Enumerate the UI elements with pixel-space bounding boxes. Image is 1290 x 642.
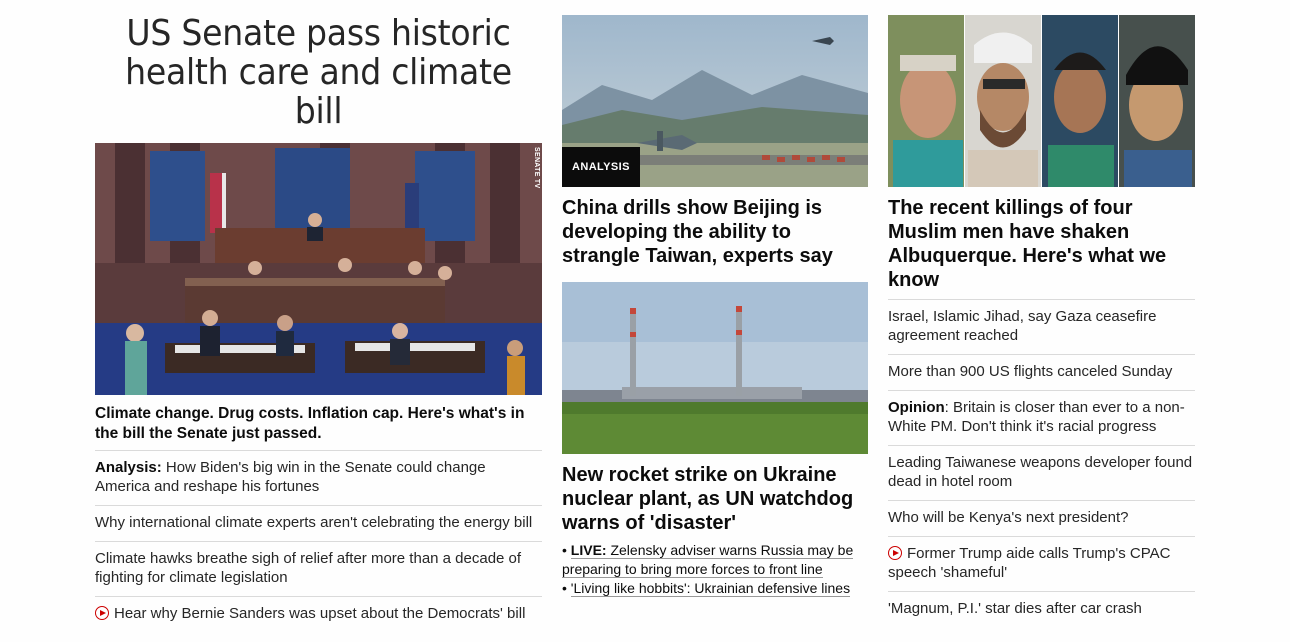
albuquerque-headline[interactable]: The recent killings of four Muslim men h… <box>888 196 1195 292</box>
headlines-list: Israel, Islamic Jihad, say Gaza ceasefir… <box>888 299 1195 627</box>
four-victims-image[interactable] <box>888 15 1195 187</box>
live-label: LIVE: <box>570 542 607 558</box>
right-column: The recent killings of four Muslim men h… <box>888 0 1195 627</box>
china-drills-image[interactable]: ANALYSIS <box>562 15 868 187</box>
analysis-badge: ANALYSIS <box>562 147 640 187</box>
nuclear-plant-image[interactable] <box>562 282 868 454</box>
china-drills-headline[interactable]: China drills show Beijing is developing … <box>562 196 868 268</box>
link-text: Leading Taiwanese weapons developer foun… <box>888 454 1193 490</box>
lead-caption[interactable]: Climate change. Drug costs. Inflation ca… <box>95 404 542 444</box>
link-text: Hear why Bernie Sanders was upset about … <box>114 605 526 622</box>
link-text: Israel, Islamic Jihad, say Gaza ceasefir… <box>888 308 1157 344</box>
video-play-icon <box>95 606 109 620</box>
video-play-icon <box>888 546 902 560</box>
nuclear-plant-headline[interactable]: New rocket strike on Ukraine nuclear pla… <box>562 463 868 535</box>
headline-trump-cpac-video[interactable]: Former Trump aide calls Trump's CPAC spe… <box>888 536 1195 591</box>
headline-opinion-britain[interactable]: Opinion: Britain is closer than ever to … <box>888 390 1195 445</box>
link-text: Former Trump aide calls Trump's CPAC spe… <box>888 545 1171 581</box>
analysis-label: Analysis: <box>95 459 162 476</box>
lead-headline[interactable]: US Senate pass historic health care and … <box>113 14 524 131</box>
live-updates-list: • LIVE: Zelensky adviser warns Russia ma… <box>562 541 868 598</box>
lead-story-column: US Senate pass historic health care and … <box>95 0 542 632</box>
middle-column: ANALYSIS China drills show Beijing is de… <box>562 0 868 598</box>
link-text: More than 900 US flights canceled Sunday <box>888 363 1173 380</box>
headline-kenya-president[interactable]: Who will be Kenya's next president? <box>888 500 1195 536</box>
senate-tv-watermark: SENATE TV <box>533 147 540 189</box>
related-link-bernie-video[interactable]: Hear why Bernie Sanders was upset about … <box>95 596 542 632</box>
related-link-analysis[interactable]: Analysis: How Biden's big win in the Sen… <box>95 450 542 505</box>
live-update-link[interactable]: • LIVE: Zelensky adviser warns Russia ma… <box>562 541 868 579</box>
headline-flights-canceled[interactable]: More than 900 US flights canceled Sunday <box>888 354 1195 390</box>
headline-taiwanese-developer[interactable]: Leading Taiwanese weapons developer foun… <box>888 445 1195 500</box>
headline-magnum-pi[interactable]: 'Magnum, P.I.' star dies after car crash <box>888 591 1195 627</box>
related-link-climate-experts[interactable]: Why international climate experts aren't… <box>95 505 542 541</box>
link-text: Climate hawks breathe sigh of relief aft… <box>95 550 522 586</box>
headline-gaza-ceasefire[interactable]: Israel, Islamic Jihad, say Gaza ceasefir… <box>888 299 1195 354</box>
related-link-climate-hawks[interactable]: Climate hawks breathe sigh of relief aft… <box>95 541 542 596</box>
link-text: Who will be Kenya's next president? <box>888 509 1129 526</box>
related-links-list: Analysis: How Biden's big win in the Sen… <box>95 450 542 632</box>
opinion-label: Opinion <box>888 399 945 416</box>
bullet-text: 'Living like hobbits': Ukrainian defensi… <box>570 580 851 597</box>
link-text: Why international climate experts aren't… <box>95 514 533 531</box>
senate-chamber-image[interactable]: SENATE TV <box>95 143 542 395</box>
hobbits-link[interactable]: • 'Living like hobbits': Ukrainian defen… <box>562 579 868 598</box>
link-text: 'Magnum, P.I.' star dies after car crash <box>888 600 1142 617</box>
